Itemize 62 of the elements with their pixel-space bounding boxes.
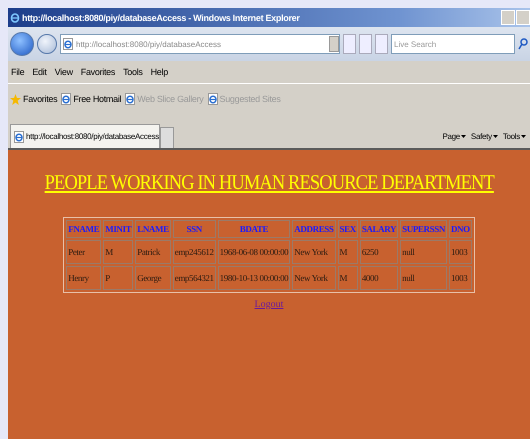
table-cell: M — [338, 240, 358, 264]
column-header: SALARY — [360, 220, 398, 238]
column-header: BDATE — [218, 220, 290, 238]
table-cell: M — [103, 240, 134, 264]
caret-icon — [521, 134, 526, 138]
column-header: LNAME — [135, 220, 171, 238]
table-cell: P — [103, 266, 134, 290]
favorites-link[interactable]: Free Hotmail — [73, 94, 122, 104]
minimize-button[interactable] — [501, 10, 515, 25]
table-cell: 6250 — [360, 240, 398, 264]
forward-button[interactable] — [37, 34, 57, 54]
browser-logo-icon — [10, 12, 20, 24]
table-cell: 1003 — [448, 240, 472, 264]
star-icon — [10, 94, 21, 104]
browser-tab[interactable]: http://localhost:8080/piy/databaseAccess — [10, 124, 160, 148]
page-icon — [63, 38, 73, 50]
table-cell: null — [400, 240, 447, 264]
back-button[interactable] — [10, 32, 34, 56]
table-cell: 1968-06-08 00:00:00 — [218, 240, 290, 264]
table-cell: M — [338, 266, 358, 290]
new-tab-button[interactable] — [160, 127, 174, 148]
command-menu[interactable]: Page — [442, 132, 460, 140]
table-cell: null — [400, 266, 447, 290]
column-header: DNO — [448, 220, 472, 238]
column-header: SSN — [172, 220, 216, 238]
table-cell: New York — [292, 266, 336, 290]
caret-icon — [492, 134, 498, 138]
address-field[interactable]: http://localhost:8080/piy/databaseAccess — [60, 34, 340, 54]
command-menu[interactable]: Safety — [470, 132, 492, 140]
menu-item[interactable]: Tools — [123, 67, 143, 77]
table-cell: Peter — [66, 240, 102, 264]
search-icon[interactable] — [518, 38, 528, 50]
column-header: SEX — [338, 220, 358, 238]
table-cell: emp564321 — [172, 266, 216, 290]
favorites-link[interactable]: Favorites — [23, 94, 58, 104]
menu-item[interactable]: File — [11, 67, 24, 77]
menu-item[interactable]: Edit — [32, 67, 47, 77]
column-header: SUPERSSN — [400, 220, 447, 238]
column-header: FNAME — [66, 220, 102, 238]
page-icon — [14, 130, 24, 142]
page-heading: PEOPLE WORKING IN HUMAN RESOURCE DEPARTMENT — [44, 170, 494, 195]
table-cell: 4000 — [360, 266, 398, 290]
table-cell: 1980-10-13 00:00:00 — [218, 266, 290, 290]
table-cell: emp245612 — [172, 240, 216, 264]
table-cell: 1003 — [448, 266, 472, 290]
column-header: MINIT — [103, 220, 134, 238]
page-icon — [61, 93, 72, 105]
search-field[interactable]: Live Search — [391, 34, 515, 54]
maximize-button[interactable] — [516, 10, 530, 25]
table-cell: Henry — [66, 266, 102, 290]
page-icon — [208, 93, 218, 105]
menu-item[interactable]: Help — [150, 67, 168, 77]
menu-item[interactable]: View — [54, 67, 73, 77]
table-cell: Patrick — [135, 240, 171, 264]
column-header: ADDRESS — [292, 220, 336, 238]
window-title: http://localhost:8080/piy/databaseAccess - Windows Internet Explorer — [22, 12, 300, 22]
table-cell: New York — [292, 240, 336, 264]
caret-icon — [460, 134, 466, 138]
page-icon — [125, 93, 136, 105]
menu-item[interactable]: Favorites — [80, 67, 116, 77]
table-cell: George — [135, 266, 171, 290]
command-menu[interactable]: Tools — [502, 132, 520, 140]
